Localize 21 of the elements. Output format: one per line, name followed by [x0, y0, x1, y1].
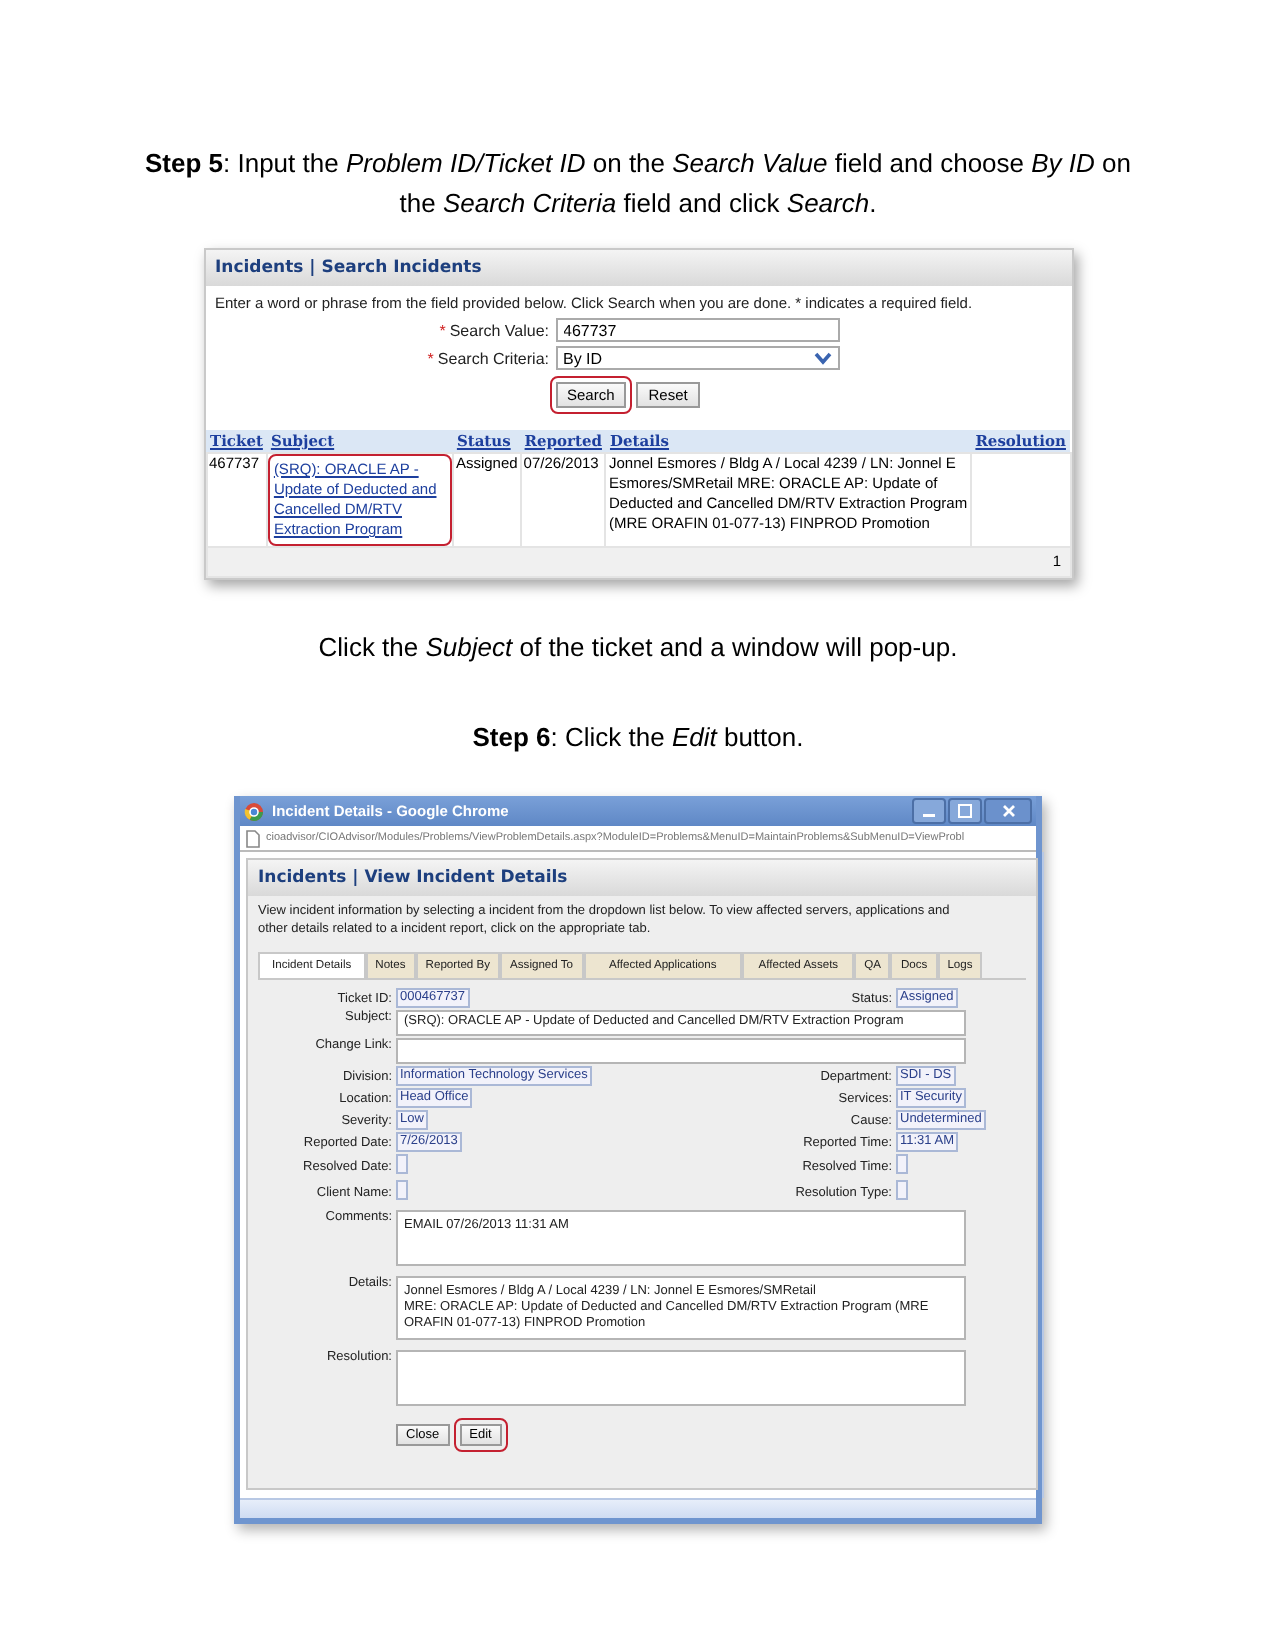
instruction-text: Step 6: Click the Edit button. — [472, 722, 804, 752]
search-value-field[interactable]: 467737 — [555, 318, 839, 342]
minimize-button[interactable] — [912, 798, 946, 824]
search-criteria-dropdown[interactable]: By ID — [555, 346, 839, 370]
maximize-button[interactable] — [948, 798, 982, 824]
text-field[interactable] — [396, 1038, 966, 1064]
maximize-icon — [958, 804, 972, 818]
app-icon — [244, 801, 264, 821]
panel-title: Incidents | Search Incidents — [205, 250, 1071, 286]
field-label: Search Value: — [449, 321, 549, 339]
instruction-text: Step 5: Input the Problem ID/Ticket ID on the Search Value field and choose By ID on the Search Criteria field and click Search. — [143, 146, 1133, 222]
caret-icon — [813, 351, 831, 365]
horizontal-scrollbar[interactable] — [240, 1498, 1036, 1518]
field-label: Search Criteria: — [437, 349, 549, 367]
text-field[interactable] — [396, 1350, 966, 1406]
close-icon — [1001, 804, 1015, 818]
instruction-text: Click the Subject of the ticket and a window will pop-up. — [318, 632, 958, 662]
close-button[interactable] — [984, 798, 1032, 824]
required-mark: * — [439, 321, 446, 339]
required-mark: * — [427, 349, 434, 367]
panel-title: Incidents | View Incident Details — [248, 860, 1036, 896]
